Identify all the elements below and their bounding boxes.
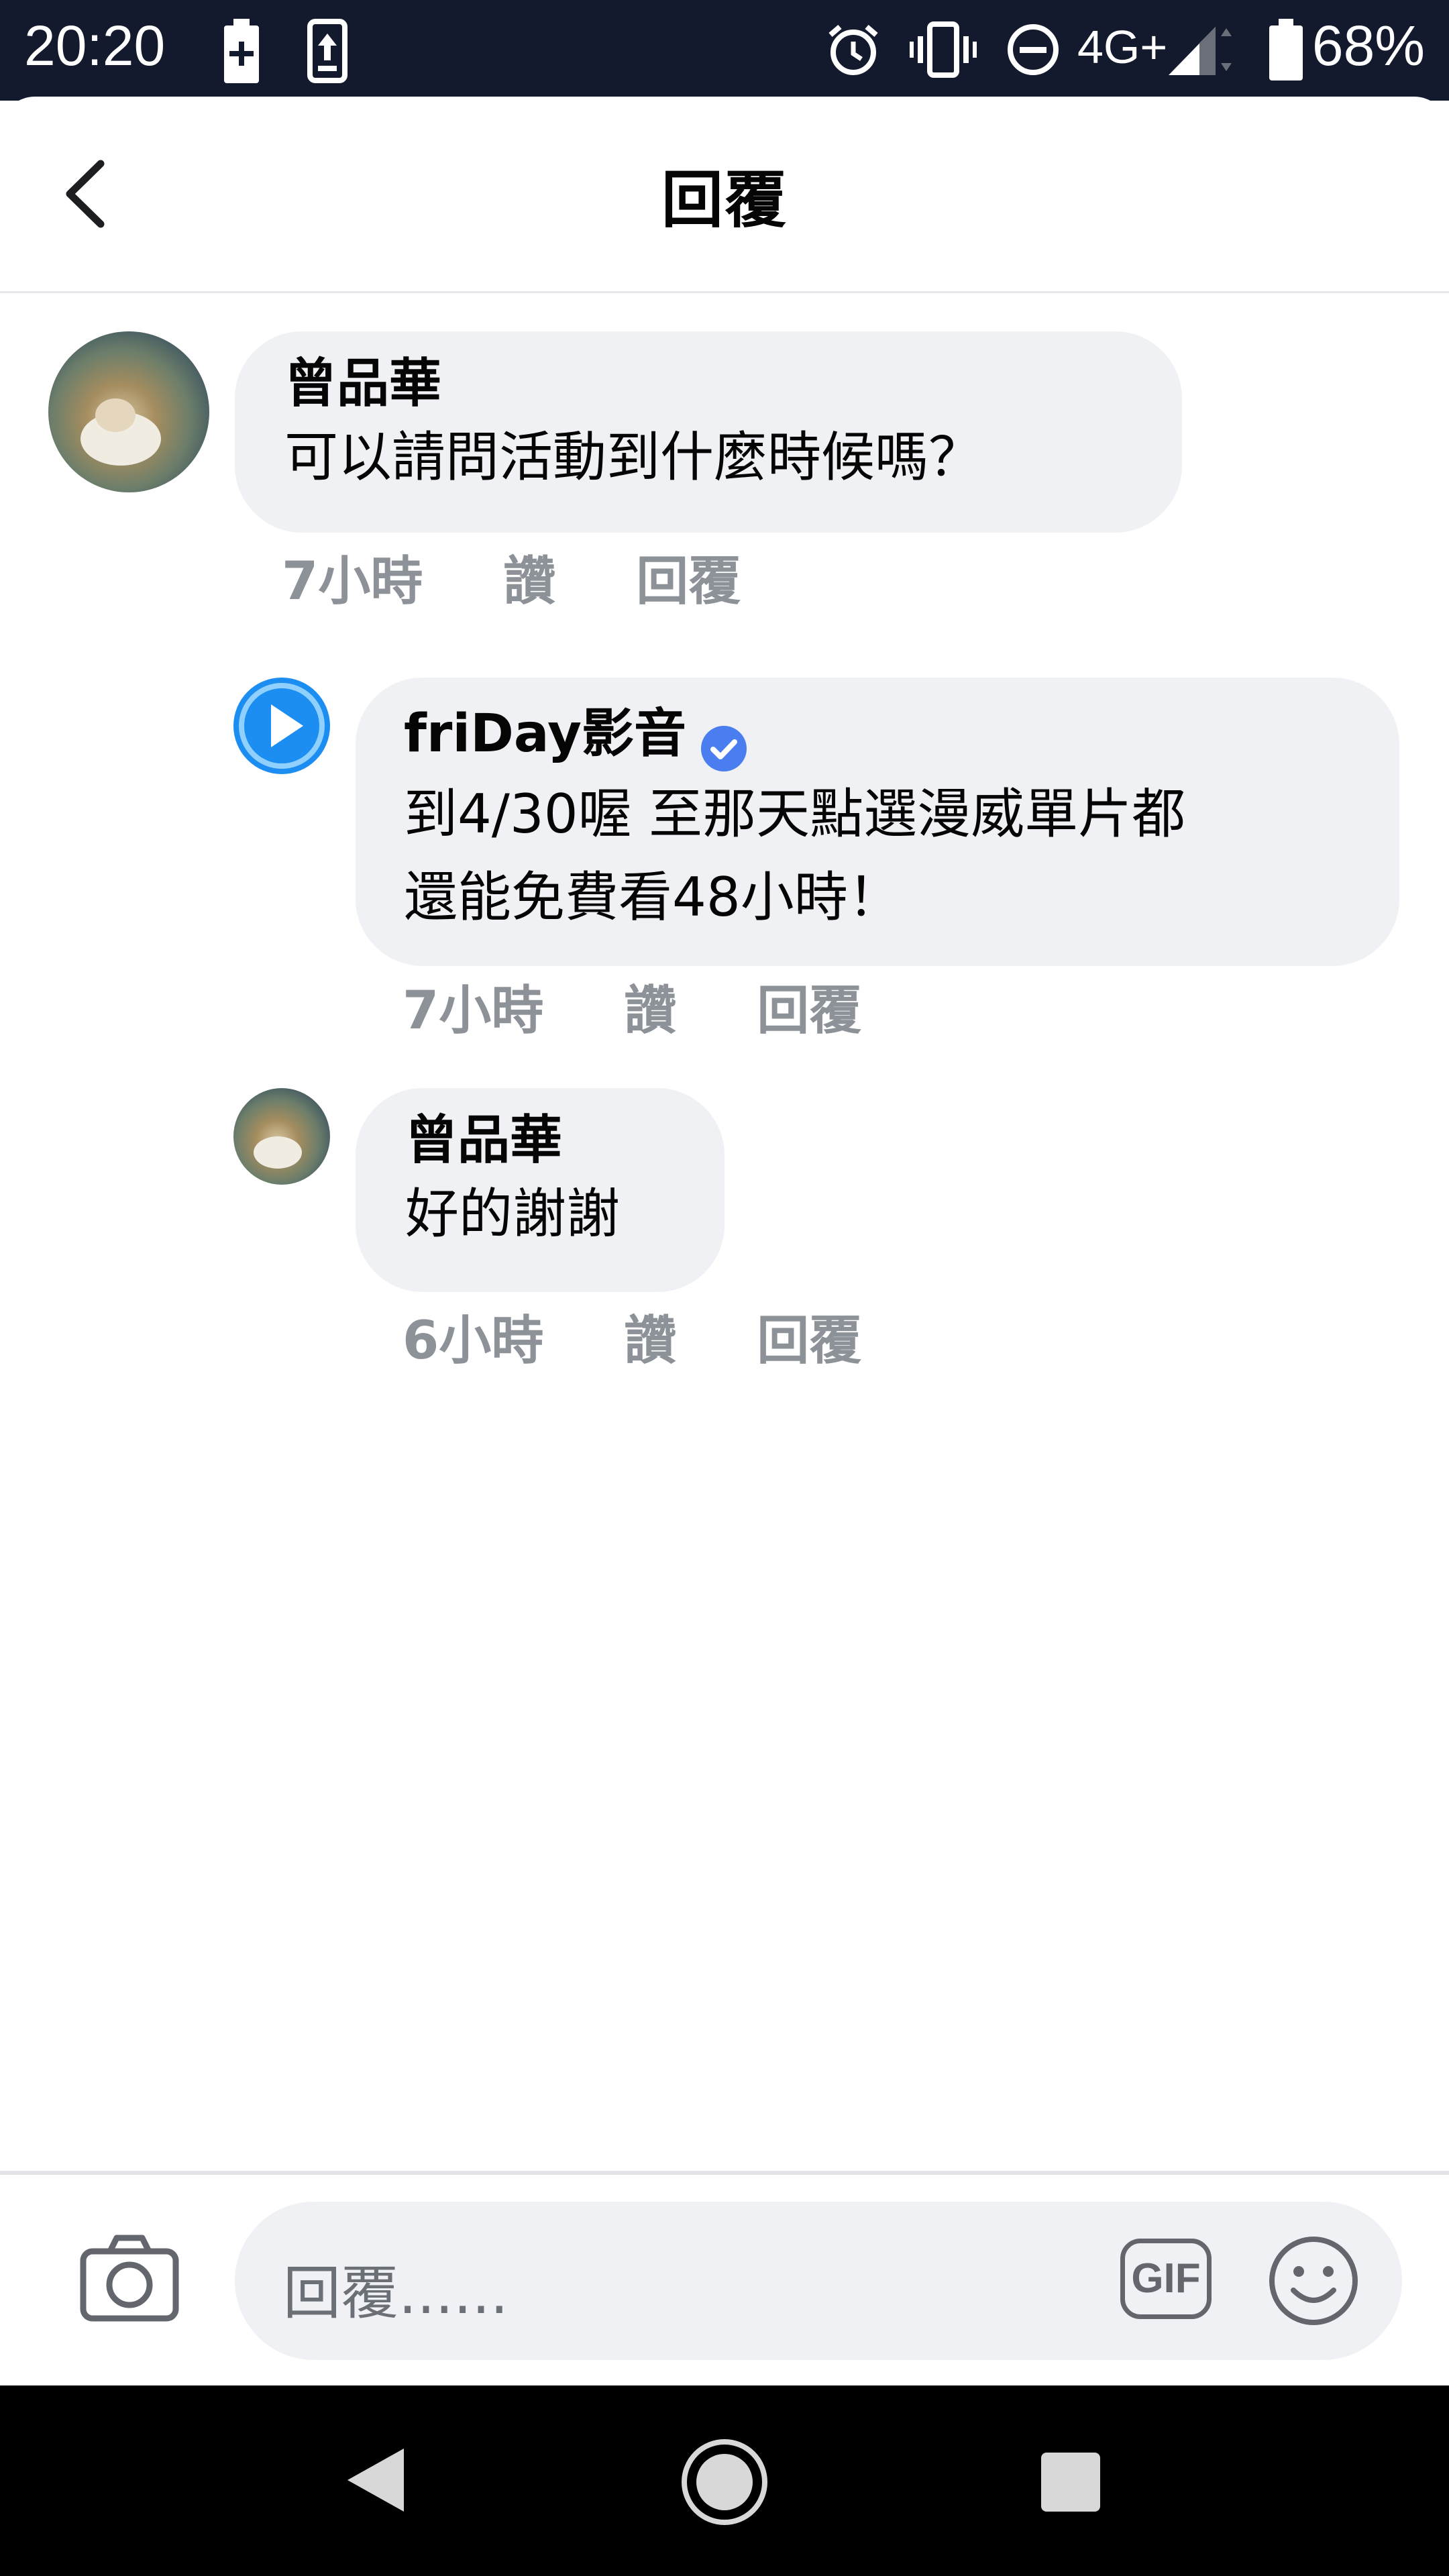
comment-bubble: 曾品華 好的謝謝 <box>356 1088 724 1292</box>
gif-button[interactable]: GIF <box>1120 2239 1212 2319</box>
upload-icon <box>307 19 347 83</box>
reply-input[interactable]: 回覆...... GIF <box>235 2202 1402 2360</box>
comment-text-line: 還能免費看48小時！ <box>404 865 902 928</box>
like-button[interactable]: 讚 <box>624 1299 676 1374</box>
status-bar: 20:20 4G+ 68% <box>0 0 1449 101</box>
reply-input-placeholder: 回覆...... <box>283 2260 509 2327</box>
system-nav-bar <box>0 2385 1449 2576</box>
friday-avatar[interactable] <box>233 678 330 774</box>
play-icon <box>239 683 325 769</box>
comment-author[interactable]: 曾品華 <box>405 1108 562 1173</box>
status-time: 20:20 <box>24 14 166 77</box>
comment-time: 7小時 <box>402 981 544 1041</box>
comment-author[interactable]: 曾品華 <box>284 352 441 416</box>
reply-button[interactable]: 回覆 <box>757 969 861 1044</box>
camera-icon <box>80 2235 179 2322</box>
comment-time: 6小時 <box>402 1311 544 1371</box>
nav-back-button[interactable] <box>342 2443 409 2517</box>
emoji-button[interactable] <box>1268 2235 1359 2326</box>
comment-time: 7小時 <box>282 551 423 612</box>
signal-icon <box>1169 27 1232 75</box>
vibrate-icon <box>910 21 977 78</box>
comment-bubble: 曾品華 可以請問活動到什麼時候嗎？ <box>235 331 1182 533</box>
battery-percent: 68% <box>1311 14 1425 77</box>
replies-screen: 回覆 曾品華 可以請問活動到什麼時候嗎？ 7小時讚回覆 friDay影音 到4/… <box>0 97 1449 2384</box>
comment-bubble: friDay影音 到4/30喔 至那天點選漫威單片都 還能免費看48小時！ <box>356 678 1399 966</box>
comment-actions: 7小時 讚 回覆 <box>282 539 821 614</box>
network-label: 4G+ <box>1077 21 1168 73</box>
avatar[interactable] <box>48 331 209 492</box>
nav-recents-button[interactable] <box>1040 2451 1102 2513</box>
dnd-icon <box>1008 24 1059 75</box>
comment-text: 好的謝謝 <box>405 1183 620 1245</box>
header: 回覆 <box>0 97 1449 293</box>
home-circle-icon <box>682 2439 767 2525</box>
triangle-back-icon <box>347 2449 404 2512</box>
comment-text: 可以請問活動到什麼時候嗎？ <box>284 426 982 488</box>
reply-composer: 回覆...... GIF <box>0 2171 1449 2388</box>
comment-actions: 6小時 讚 回覆 <box>402 1299 942 1374</box>
comment-text-line: 到4/30喔 至那天點選漫威單片都 <box>404 782 1186 845</box>
reply-button[interactable]: 回覆 <box>636 539 741 614</box>
camera-button[interactable] <box>79 2231 180 2325</box>
battery-icon <box>1269 19 1303 80</box>
nav-home-button[interactable] <box>680 2438 769 2526</box>
square-recents-icon <box>1041 2453 1100 2512</box>
verified-badge-icon <box>700 725 747 771</box>
like-button[interactable]: 讚 <box>503 539 555 614</box>
smiley-icon <box>1269 2237 1358 2325</box>
comment-author[interactable]: friDay影音 <box>404 702 686 766</box>
like-button[interactable]: 讚 <box>624 969 676 1044</box>
battery-saver-icon <box>224 19 259 83</box>
page-title: 回覆 <box>661 164 788 236</box>
comment-actions: 7小時 讚 回覆 <box>402 969 942 1044</box>
alarm-icon <box>828 24 878 75</box>
reply-button[interactable]: 回覆 <box>757 1299 861 1374</box>
avatar[interactable] <box>233 1088 330 1185</box>
